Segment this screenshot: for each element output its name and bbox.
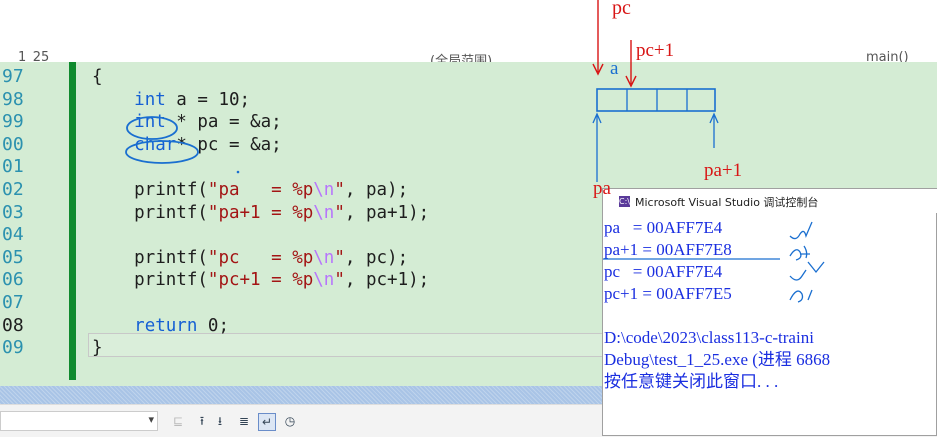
annotation-pa-plus-1: pa+1: [704, 160, 743, 181]
go-to-next-icon[interactable]: ⭳: [212, 413, 228, 429]
line-number: 09: [2, 337, 24, 359]
code-line[interactable]: }: [92, 337, 103, 360]
console-title: Microsoft Visual Studio 调试控制台: [635, 196, 819, 209]
code-line[interactable]: printf("pc+1 = %p\n", pc+1);: [92, 269, 429, 292]
console-line: 按任意键关闭此窗口. . .: [604, 372, 779, 391]
line-number: 97: [2, 66, 24, 87]
console-line: Debug\test_1_25.exe (进程 6868: [604, 350, 831, 369]
console-title-bar[interactable]: C:\ Microsoft Visual Studio 调试控制台: [603, 189, 937, 213]
code-line[interactable]: {: [92, 66, 103, 89]
annotation-pc: pc: [612, 0, 631, 19]
code-line[interactable]: printf("pa+1 = %p\n", pa+1);: [92, 202, 429, 225]
console-app-icon: C:\: [619, 196, 630, 207]
line-number: 07: [2, 292, 24, 313]
line-number: 04: [2, 224, 24, 246]
line-number: 98: [2, 88, 24, 110]
console-line: pc = 00AFF7E4: [604, 262, 723, 281]
console-line: pa = 00AFF7E4: [604, 218, 723, 237]
code-line[interactable]: int * pa = &a;: [92, 111, 282, 134]
editor-navigation-bar: 1_25 (全局范围) main(): [0, 0, 937, 69]
output-source-dropdown[interactable]: ▾: [0, 411, 158, 431]
code-line[interactable]: int a = 10;: [92, 89, 250, 112]
line-number: 01: [2, 156, 24, 178]
annotation-pa: pa: [593, 178, 611, 199]
code-line[interactable]: printf("pa = %p\n", pa);: [92, 179, 408, 202]
change-indicator-bar: [69, 62, 76, 380]
line-number: 99: [2, 111, 24, 133]
line-number: 00: [2, 133, 24, 155]
console-line: pa+1 = 00AFF7E8: [604, 240, 732, 259]
annotation-a: a: [610, 58, 619, 79]
chevron-down-icon: ▾: [148, 414, 154, 426]
clock-icon[interactable]: ◷: [282, 413, 298, 429]
debug-console-window[interactable]: C:\ Microsoft Visual Studio 调试控制台 pa = 0…: [602, 188, 937, 436]
line-number: 03: [2, 201, 24, 223]
word-wrap-icon[interactable]: ↵: [258, 413, 276, 431]
code-line[interactable]: printf("pc = %p\n", pc);: [92, 247, 408, 270]
code-line[interactable]: return 0;: [92, 315, 229, 338]
console-line: pc+1 = 00AFF7E5: [604, 284, 732, 303]
console-line: D:\code\2023\class113-c-traini: [604, 328, 814, 347]
clear-output-icon[interactable]: ⊑: [170, 413, 186, 429]
line-number: 02: [2, 179, 24, 200]
go-to-previous-icon[interactable]: ⭱: [194, 413, 210, 429]
line-number: 06: [2, 269, 24, 291]
line-number: 08: [2, 314, 24, 336]
line-number: 05: [2, 246, 24, 268]
code-line[interactable]: char* pc = &a;: [92, 134, 282, 157]
clear-all-icon[interactable]: ≣: [236, 413, 252, 429]
annotation-pc-plus-1: pc+1: [636, 40, 675, 61]
